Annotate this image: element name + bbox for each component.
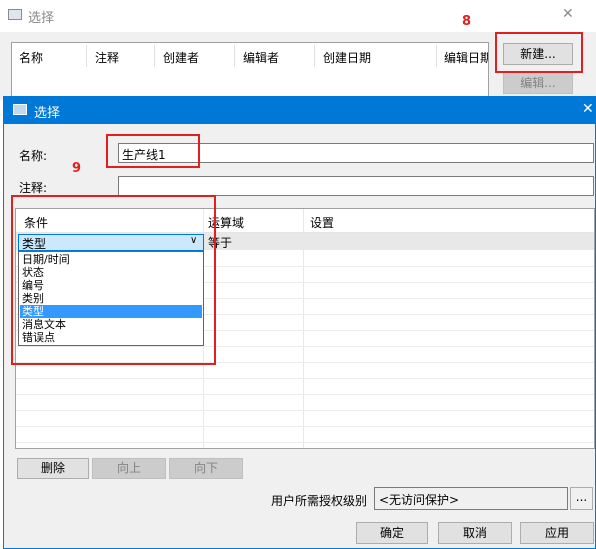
col-divider	[436, 45, 437, 67]
window-icon	[13, 104, 27, 115]
highlight-new-button	[495, 32, 583, 73]
bg-close-icon[interactable]: ✕	[562, 6, 574, 22]
bg-title-bar: 选择 ✕	[0, 0, 596, 32]
header-setting[interactable]: 设置	[310, 214, 334, 231]
bg-dialog-title: 选择	[28, 11, 55, 26]
ok-button[interactable]: 确定	[356, 522, 428, 544]
auth-level-value: <无访问保护>	[379, 493, 460, 507]
cancel-button[interactable]: 取消	[438, 522, 512, 544]
bg-list-view[interactable]: 名称 注释 创建者 编辑者 创建日期 编辑日期	[11, 42, 489, 100]
bg-col-created-date[interactable]: 创建日期	[323, 49, 371, 66]
auth-level-field[interactable]: <无访问保护>	[374, 487, 568, 510]
dialog-title: 选择	[34, 106, 61, 121]
col-divider	[234, 45, 235, 67]
bg-col-name[interactable]: 名称	[19, 49, 43, 66]
col-divider	[314, 45, 315, 67]
close-icon[interactable]: ✕	[582, 101, 594, 117]
bg-col-creator[interactable]: 创建者	[163, 49, 199, 66]
auth-browse-button[interactable]: ...	[570, 487, 593, 510]
col-divider	[154, 45, 155, 67]
move-down-button[interactable]: 向下	[169, 458, 243, 479]
row-divider	[16, 442, 594, 443]
bg-col-comment[interactable]: 注释	[95, 49, 119, 66]
comment-input[interactable]	[118, 176, 594, 196]
row-divider	[16, 410, 594, 411]
apply-button[interactable]: 应用	[520, 522, 594, 544]
move-up-button[interactable]: 向上	[92, 458, 166, 479]
dialog-title-bar: 选择 ✕	[4, 97, 595, 124]
edit-button[interactable]: 编辑...	[503, 72, 573, 94]
bg-col-edited-date[interactable]: 编辑日期	[444, 49, 488, 66]
delete-button[interactable]: 删除	[17, 458, 89, 479]
highlight-name-input	[106, 134, 200, 168]
window-icon	[8, 9, 22, 20]
annotation-step-8: 8	[462, 14, 472, 29]
name-label: 名称:	[19, 149, 48, 163]
highlight-condition-dropdown	[11, 195, 216, 365]
comment-label: 注释:	[19, 181, 48, 195]
row-divider	[16, 378, 594, 379]
annotation-step-9: 9	[72, 161, 82, 176]
row-divider	[16, 426, 594, 427]
col-divider	[86, 45, 87, 67]
row-divider	[16, 394, 594, 395]
auth-level-label: 用户所需授权级别	[271, 494, 368, 508]
bg-col-editor[interactable]: 编辑者	[243, 49, 279, 66]
